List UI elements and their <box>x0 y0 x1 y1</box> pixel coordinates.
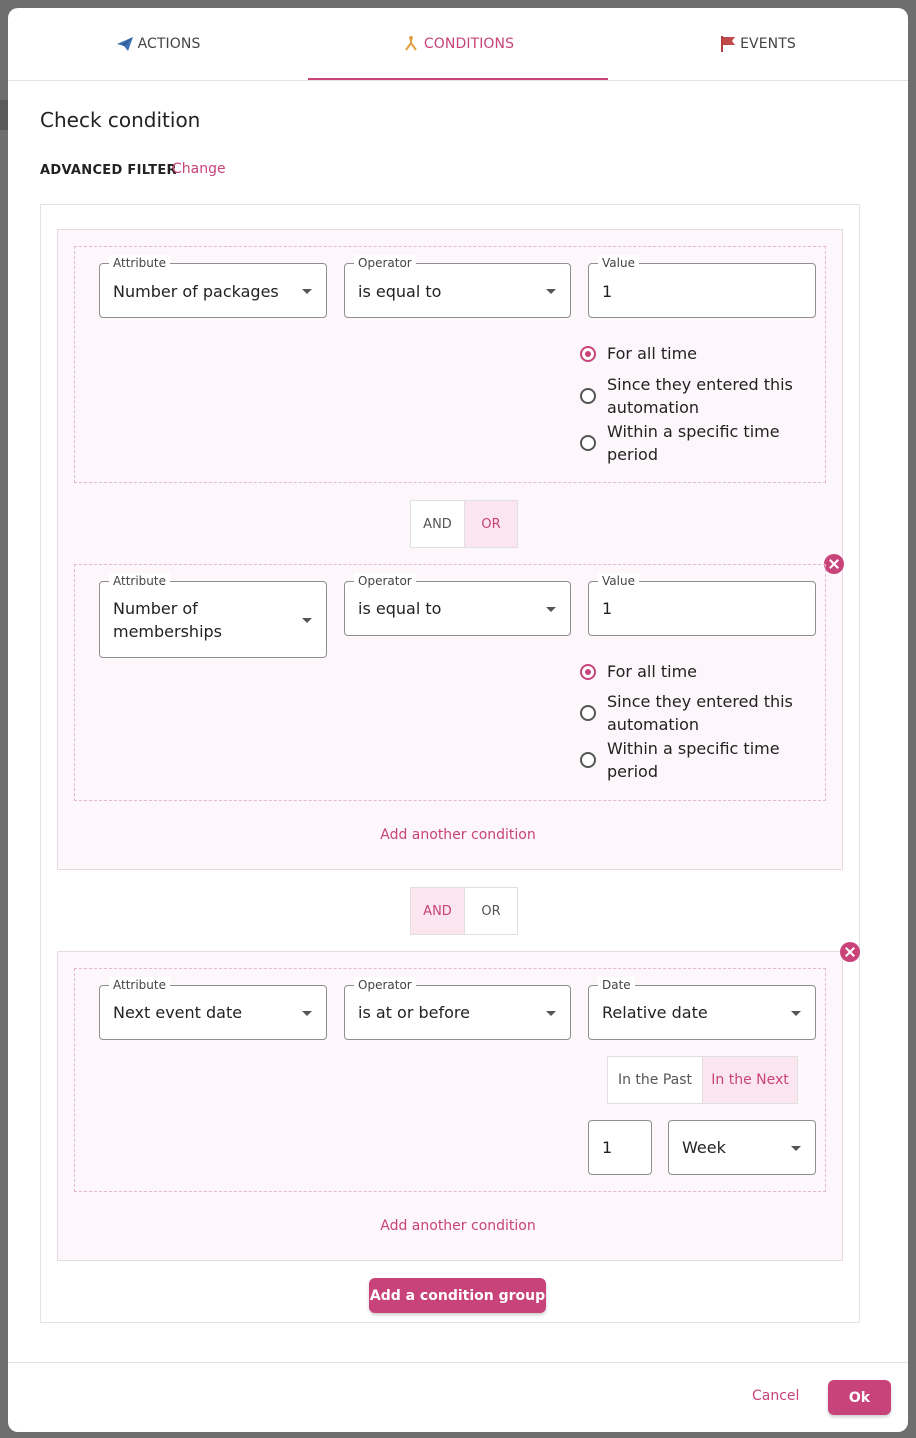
caret-down-icon <box>791 1146 801 1151</box>
value-text: 1 <box>602 282 613 301</box>
tab-conditions[interactable]: CONDITIONS <box>308 8 608 80</box>
radio-for-all-time[interactable]: For all time <box>580 342 797 365</box>
tab-events-label: EVENTS <box>740 36 796 52</box>
value-legend: Value <box>598 573 639 589</box>
in-the-next-button[interactable]: In the Next <box>702 1057 797 1103</box>
attribute-legend: Attribute <box>109 573 170 589</box>
radio-label: Since they entered this automation <box>607 375 793 417</box>
operator-legend: Operator <box>354 977 416 993</box>
attribute-value: Next event date <box>113 1003 243 1022</box>
filter-type-label: ADVANCED FILTER <box>40 163 177 178</box>
group-join-or-button[interactable]: OR <box>464 888 517 934</box>
date-select[interactable]: Date Relative date <box>588 977 816 1040</box>
unit-select[interactable]: Week <box>668 1120 816 1175</box>
radio-label: Within a specific time period <box>607 739 780 781</box>
direction-toggle: In the Past In the Next <box>607 1056 798 1104</box>
attribute-select[interactable]: Attribute Number of packages <box>99 255 327 318</box>
operator-value: is equal to <box>358 599 442 618</box>
value-input[interactable]: Value 1 <box>588 255 816 318</box>
group-join-toggle: AND OR <box>410 887 518 935</box>
flag-icon <box>720 35 736 53</box>
radio-specific-period[interactable]: Within a specific time period <box>580 420 797 466</box>
active-tab-indicator <box>308 78 608 80</box>
radio-button[interactable] <box>580 388 596 404</box>
attribute-select[interactable]: Attribute Next event date <box>99 977 327 1040</box>
add-condition-link[interactable]: Add another condition <box>0 827 916 843</box>
radio-label: Since they entered this automation <box>607 692 793 734</box>
value-legend: Value <box>598 255 639 271</box>
join-and-button[interactable]: AND <box>411 501 464 547</box>
value-text: 1 <box>602 599 613 618</box>
backdrop <box>0 100 8 130</box>
tab-actions-label: ACTIONS <box>137 36 201 52</box>
date-value: Relative date <box>602 1003 708 1022</box>
tab-conditions-label: CONDITIONS <box>423 36 515 52</box>
operator-legend: Operator <box>354 573 416 589</box>
caret-down-icon <box>546 607 556 612</box>
operator-select[interactable]: Operator is equal to <box>344 255 571 318</box>
remove-group-icon[interactable] <box>840 942 860 962</box>
tab-events[interactable]: EVENTS <box>608 8 908 80</box>
radio-label: For all time <box>607 344 698 363</box>
attribute-legend: Attribute <box>109 255 170 271</box>
operator-select[interactable]: Operator is at or before <box>344 977 571 1040</box>
radio-for-all-time[interactable]: For all time <box>580 660 797 683</box>
amount-input[interactable]: 1 <box>588 1120 652 1175</box>
attribute-select[interactable]: Attribute Number of memberships <box>99 573 327 658</box>
attribute-value: Number of memberships <box>113 599 223 641</box>
operator-select[interactable]: Operator is equal to <box>344 573 571 636</box>
radio-specific-period[interactable]: Within a specific time period <box>580 737 797 783</box>
caret-down-icon <box>546 1011 556 1016</box>
ok-button[interactable]: Ok <box>828 1380 891 1415</box>
radio-since-entered[interactable]: Since they entered this automation <box>580 373 797 419</box>
footer-divider <box>8 1362 908 1363</box>
operator-legend: Operator <box>354 255 416 271</box>
unit-value: Week <box>682 1138 726 1157</box>
amount-value: 1 <box>602 1138 613 1157</box>
condition-join-toggle: AND OR <box>410 500 518 548</box>
paper-plane-icon <box>116 36 134 52</box>
add-condition-group-button[interactable]: Add a condition group <box>369 1278 546 1313</box>
cancel-button[interactable]: Cancel <box>752 1388 799 1404</box>
add-condition-link[interactable]: Add another condition <box>0 1218 916 1234</box>
radio-button[interactable] <box>580 752 596 768</box>
attribute-value: Number of packages <box>113 282 279 301</box>
group-join-and-button[interactable]: AND <box>411 888 464 934</box>
attribute-legend: Attribute <box>109 977 170 993</box>
operator-value: is at or before <box>358 1003 470 1022</box>
date-legend: Date <box>598 977 635 993</box>
caret-down-icon <box>302 1011 312 1016</box>
radio-button[interactable] <box>580 435 596 451</box>
branch-icon <box>402 35 420 53</box>
caret-down-icon <box>791 1011 801 1016</box>
caret-down-icon <box>302 289 312 294</box>
page-title: Check condition <box>40 108 201 132</box>
join-or-button[interactable]: OR <box>464 501 517 547</box>
value-input[interactable]: Value 1 <box>588 573 816 636</box>
radio-label: For all time <box>607 662 698 681</box>
change-filter-link[interactable]: Change <box>172 161 226 177</box>
radio-button[interactable] <box>580 664 596 680</box>
radio-button[interactable] <box>580 346 596 362</box>
tab-bar: ACTIONS CONDITIONS EVENTS <box>8 8 908 81</box>
remove-condition-icon[interactable] <box>824 554 844 574</box>
radio-label: Within a specific time period <box>607 422 780 464</box>
radio-button[interactable] <box>580 705 596 721</box>
in-the-past-button[interactable]: In the Past <box>608 1057 702 1103</box>
tab-actions[interactable]: ACTIONS <box>8 8 308 80</box>
radio-since-entered[interactable]: Since they entered this automation <box>580 690 797 736</box>
operator-value: is equal to <box>358 282 442 301</box>
caret-down-icon <box>546 289 556 294</box>
caret-down-icon <box>302 618 312 623</box>
